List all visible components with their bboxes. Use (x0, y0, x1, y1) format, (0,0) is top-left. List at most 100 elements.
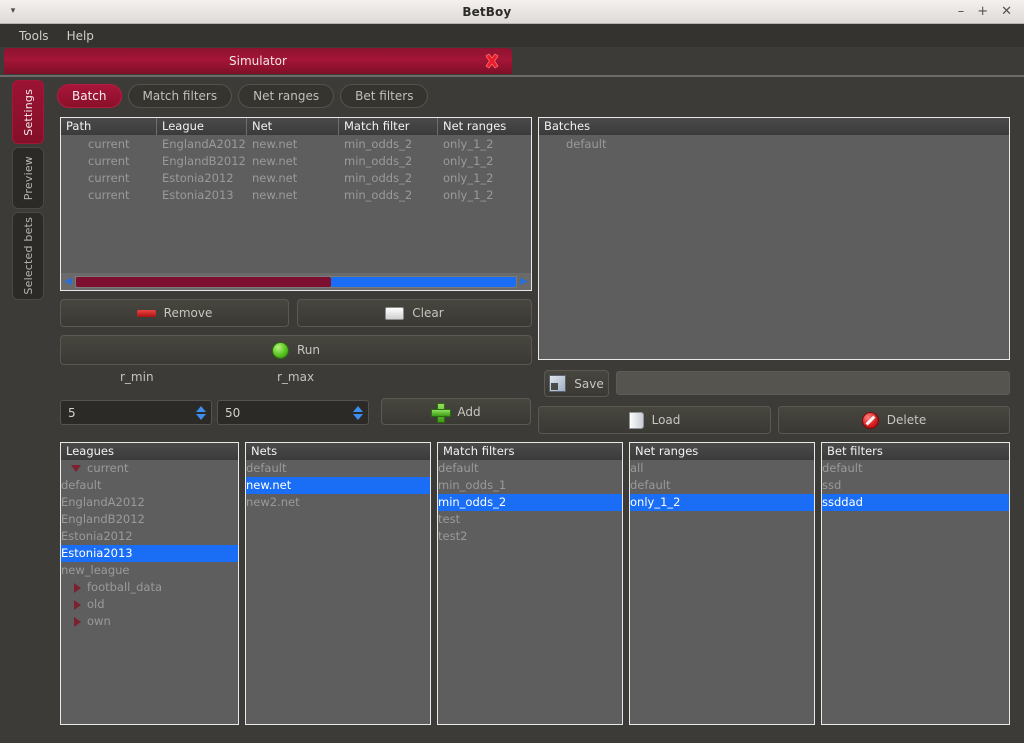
list-item[interactable]: default (438, 460, 622, 477)
chevron-up-icon[interactable] (196, 406, 206, 412)
batch-name-input[interactable] (616, 371, 1010, 395)
sidebar-item-preview[interactable]: Preview (12, 147, 44, 209)
close-icon[interactable] (482, 51, 502, 71)
tab-bet-filters[interactable]: Bet filters (340, 84, 428, 108)
column-header-net-ranges[interactable]: Net ranges (438, 118, 531, 135)
net-ranges-panel[interactable]: Net ranges all default only_1_2 (629, 442, 815, 725)
save-button[interactable]: Save (544, 370, 609, 397)
table-row[interactable]: current Estonia2012 new.net min_odds_2 o… (61, 169, 531, 186)
list-item[interactable]: all (630, 460, 814, 477)
menu-item-help[interactable]: Help (58, 26, 103, 46)
add-button[interactable]: Add (381, 398, 531, 425)
delete-button-label: Delete (887, 413, 926, 427)
list-item[interactable]: test (438, 511, 622, 528)
tree-item-selected[interactable]: Estonia2013 (61, 545, 238, 562)
chevron-down-icon[interactable] (196, 414, 206, 420)
r-max-arrows[interactable] (350, 406, 368, 420)
tree-item[interactable]: EnglandA2012 (61, 494, 238, 511)
delete-button[interactable]: Delete (778, 406, 1010, 434)
cell-match-filter: min_odds_2 (339, 154, 438, 168)
chevron-right-icon[interactable] (61, 617, 87, 627)
column-header-net[interactable]: Net (247, 118, 339, 135)
table-row[interactable]: current EnglandB2012 new.net min_odds_2 … (61, 152, 531, 169)
list-item[interactable]: test2 (438, 528, 622, 545)
list-item[interactable]: min_odds_1 (438, 477, 622, 494)
sidebar-item-selected-bets-label: Selected bets (22, 217, 35, 295)
leagues-panel[interactable]: Leagues current default EnglandA2012 Eng… (60, 442, 239, 725)
list-item[interactable]: default (822, 460, 1009, 477)
tree-item[interactable]: Estonia2012 (61, 528, 238, 545)
list-item[interactable]: new2.net (246, 494, 430, 511)
chevron-up-icon[interactable] (353, 406, 363, 412)
scrollbar-track[interactable] (75, 276, 517, 288)
tab-match-filters[interactable]: Match filters (128, 84, 233, 108)
tree-item[interactable]: new_league (61, 562, 238, 579)
tree-item[interactable]: EnglandB2012 (61, 511, 238, 528)
r-min-stepper[interactable]: 5 (60, 400, 212, 425)
horizontal-scrollbar[interactable]: ◀ ▶ (61, 273, 531, 290)
tab-batch[interactable]: Batch (57, 84, 122, 108)
tab-simulator[interactable]: Simulator (4, 48, 512, 74)
sidebar-item-settings-label: Settings (22, 89, 35, 136)
batches-panel[interactable]: Batches default (538, 117, 1010, 360)
list-item[interactable]: default (539, 135, 1009, 153)
maximize-button[interactable]: + (977, 5, 988, 18)
tree-item-label: Estonia2012 (61, 528, 133, 545)
tab-net-ranges[interactable]: Net ranges (238, 84, 334, 108)
menu-item-tools[interactable]: Tools (10, 26, 58, 46)
minimize-button[interactable]: – (958, 5, 965, 18)
list-item[interactable]: default (246, 460, 430, 477)
close-button[interactable]: ✕ (1001, 5, 1012, 18)
tree-item[interactable]: current (61, 460, 238, 477)
cell-match-filter: min_odds_2 (339, 188, 438, 202)
list-item[interactable]: default (630, 477, 814, 494)
settings-content: Batch Match filters Net ranges Bet filte… (51, 77, 1020, 737)
r-max-value[interactable]: 50 (218, 406, 350, 420)
tree-item[interactable]: old (61, 596, 238, 613)
sidebar-item-selected-bets[interactable]: Selected bets (12, 212, 44, 300)
scroll-right-icon[interactable]: ▶ (517, 277, 531, 287)
tree-item-label: EnglandB2012 (61, 511, 145, 528)
list-item-selected[interactable]: ssddad (822, 494, 1009, 511)
run-button[interactable]: Run (60, 335, 532, 365)
column-header-path[interactable]: Path (61, 118, 157, 135)
sidebar-item-preview-label: Preview (22, 156, 35, 200)
tree-item[interactable]: football_data (61, 579, 238, 596)
tree-item[interactable]: own (61, 613, 238, 630)
column-header-match-filter[interactable]: Match filter (339, 118, 438, 135)
add-button-label: Add (457, 405, 480, 419)
chevron-right-icon[interactable] (61, 583, 87, 593)
load-button[interactable]: Load (538, 406, 771, 434)
list-item-selected[interactable]: new.net (246, 477, 430, 494)
table-row[interactable]: current Estonia2013 new.net min_odds_2 o… (61, 186, 531, 203)
list-item-selected[interactable]: only_1_2 (630, 494, 814, 511)
remove-button[interactable]: Remove (60, 299, 289, 327)
batch-table[interactable]: Path League Net Match filter Net ranges … (60, 117, 532, 291)
table-row[interactable]: current EnglandA2012 new.net min_odds_2 … (61, 135, 531, 152)
r-min-value[interactable]: 5 (61, 406, 193, 420)
cell-path: current (61, 137, 157, 151)
match-filters-panel[interactable]: Match filters default min_odds_1 min_odd… (437, 442, 623, 725)
clear-button[interactable]: Clear (297, 299, 532, 327)
scrollbar-handle[interactable] (331, 277, 516, 287)
column-header-league[interactable]: League (157, 118, 247, 135)
load-button-label: Load (652, 413, 681, 427)
list-item-label: default (822, 460, 862, 477)
sidebar-item-settings[interactable]: Settings (12, 80, 44, 144)
list-item[interactable]: ssd (822, 477, 1009, 494)
scroll-left-icon[interactable]: ◀ (61, 277, 75, 287)
tree-item[interactable]: default (61, 477, 238, 494)
bet-filters-header: Bet filters (822, 443, 1009, 460)
chevron-down-icon[interactable] (353, 414, 363, 420)
tab-strip: Batch Match filters Net ranges Bet filte… (57, 84, 428, 108)
list-item-label: default (438, 460, 478, 477)
tree-item-label: old (87, 596, 105, 613)
chevron-right-icon[interactable] (61, 600, 87, 610)
list-item-selected[interactable]: min_odds_2 (438, 494, 622, 511)
chevron-down-icon[interactable] (61, 465, 87, 472)
cell-path: current (61, 188, 157, 202)
r-max-stepper[interactable]: 50 (217, 400, 369, 425)
bet-filters-panel[interactable]: Bet filters default ssd ssddad (821, 442, 1010, 725)
nets-panel[interactable]: Nets default new.net new2.net (245, 442, 431, 725)
r-min-arrows[interactable] (193, 406, 211, 420)
